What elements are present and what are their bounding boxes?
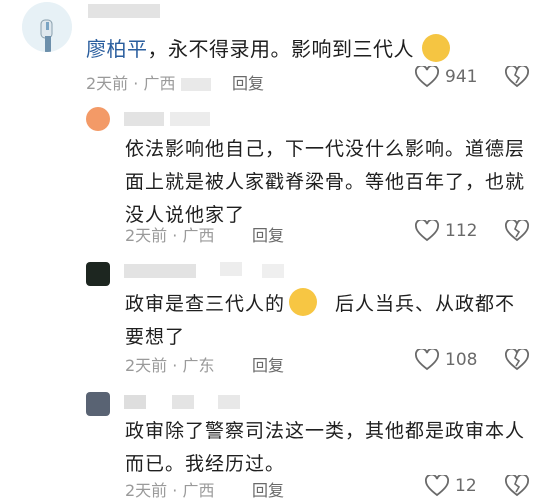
masked-username [124,395,146,409]
reply-button[interactable]: 回复 [252,352,284,376]
like-button[interactable]: 112 [415,220,477,242]
reply-comment: 政审是查三代人的 后人当兵、从政都不要想了 2天前 · 广东 回复 108 [0,255,552,380]
heart-icon [415,220,439,242]
reply-comment: 依法影响他自己，下一代没什么影响。道德层面上就是被人家戳脊梁骨。等他百年了，也就… [0,100,552,250]
masked-username [88,4,160,18]
comment-meta: 2天前 · 广西 [125,226,215,245]
comment-text: 政审是查三代人的 后人当兵、从政都不要想了 [125,288,525,354]
comment-text: 依法影响他自己，下一代没什么影响。道德层面上就是被人家戳脊梁骨。等他百年了，也就… [125,138,526,226]
comment-meta: 2天前 · 广东 [125,356,215,375]
dislike-icon[interactable] [505,475,529,497]
mention-link[interactable]: 廖柏平 [86,37,148,61]
user-avatar[interactable] [22,2,72,52]
like-count: 12 [455,476,477,496]
masked-username [218,395,240,409]
dislike-icon[interactable] [505,66,529,88]
masked-username [220,262,242,276]
like-button[interactable]: 108 [415,349,477,371]
user-avatar[interactable] [86,262,110,286]
heart-icon [425,475,449,497]
like-button[interactable]: 941 [415,66,477,88]
user-avatar[interactable] [86,392,110,416]
reply-button[interactable]: 回复 [252,222,284,246]
masked-username [124,264,196,278]
comment-text: 廖柏平，永不得录用。影响到三代人 [86,33,454,62]
comment-top: 廖柏平，永不得录用。影响到三代人 2天前 · 广西 回复 941 [0,0,552,100]
masked-username [124,112,164,126]
heart-icon [415,349,439,371]
reply-comment: 政审除了警察司法这一类，其他都是政审本人而已。我经历过。 2天前 · 广西 回复… [0,385,552,500]
like-count: 941 [445,67,478,87]
shushing-emoji-icon [289,288,318,316]
dislike-icon[interactable] [505,349,529,371]
like-button[interactable]: 12 [425,475,477,497]
like-count: 108 [445,350,478,370]
masked-username [172,395,194,409]
comment-meta: 2天前 · 广西 [125,481,215,500]
comment-meta: 2天前 · 广西 [86,70,211,94]
like-count: 112 [445,221,478,241]
masked-username [262,264,284,278]
reply-button[interactable]: 回复 [252,477,284,501]
heart-icon [415,66,439,88]
dislike-icon[interactable] [505,220,529,242]
reply-button[interactable]: 回复 [232,70,264,94]
crying-emoji-icon [422,34,450,62]
masked-username [170,112,210,126]
user-avatar[interactable] [86,107,110,131]
comment-text: 政审除了警察司法这一类，其他都是政审本人而已。我经历过。 [125,420,526,475]
